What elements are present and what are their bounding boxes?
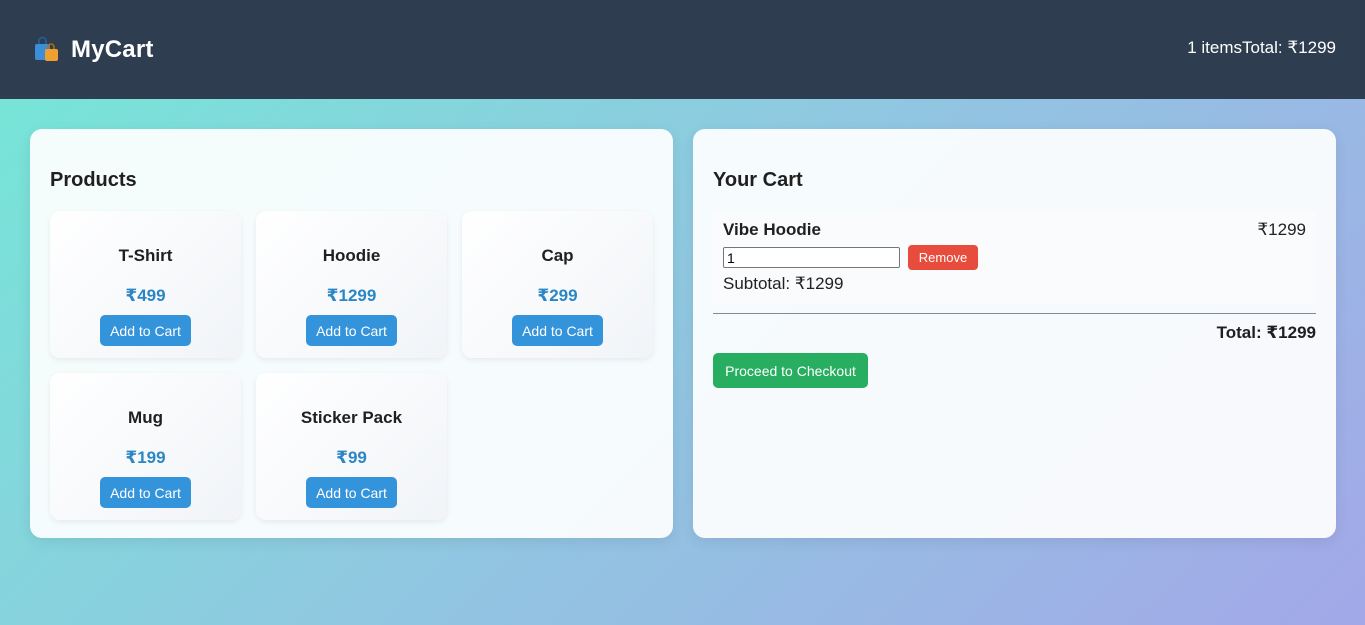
products-panel: Products T-Shirt ₹499 Add to Cart Hoodie…: [30, 129, 673, 538]
quantity-input[interactable]: [723, 247, 900, 268]
cart-item: Vibe Hoodie ₹1299 Remove Subtotal: ₹1299: [713, 211, 1316, 304]
app-title: MyCart: [71, 35, 154, 63]
product-name: Cap: [541, 246, 574, 265]
product-name: Hoodie: [322, 246, 381, 265]
product-grid: T-Shirt ₹499 Add to Cart Hoodie ₹1299 Ad…: [50, 211, 653, 520]
product-card: Cap ₹299 Add to Cart: [462, 211, 653, 358]
shopping-bags-icon: [33, 36, 61, 64]
product-price: ₹499: [125, 286, 166, 305]
divider: [713, 313, 1316, 314]
add-to-cart-button[interactable]: Add to Cart: [100, 477, 191, 508]
product-price: ₹199: [125, 448, 166, 467]
cart-panel: Your Cart Vibe Hoodie ₹1299 Remove Subto…: [693, 129, 1336, 538]
product-price: ₹1299: [326, 286, 377, 305]
cart-total: Total: ₹1299: [1216, 323, 1316, 342]
product-card: T-Shirt ₹499 Add to Cart: [50, 211, 241, 358]
cart-header-total: Total: ₹1299: [1242, 37, 1336, 57]
products-heading: Products: [50, 169, 137, 191]
checkout-button[interactable]: Proceed to Checkout: [713, 353, 868, 388]
cart-item-price: ₹1299: [1257, 220, 1306, 239]
product-card: Hoodie ₹1299 Add to Cart: [256, 211, 447, 358]
add-to-cart-button[interactable]: Add to Cart: [512, 315, 603, 346]
product-price: ₹99: [336, 448, 367, 467]
add-to-cart-button[interactable]: Add to Cart: [100, 315, 191, 346]
product-card: Sticker Pack ₹99 Add to Cart: [256, 373, 447, 520]
product-price: ₹299: [537, 286, 578, 305]
add-to-cart-button[interactable]: Add to Cart: [306, 477, 397, 508]
remove-button[interactable]: Remove: [908, 245, 978, 270]
product-card: Mug ₹199 Add to Cart: [50, 373, 241, 520]
product-name: Mug: [128, 408, 163, 427]
product-name: Sticker Pack: [300, 408, 403, 427]
cart-item-controls: Remove: [723, 245, 1306, 270]
cart-item-name: Vibe Hoodie: [723, 220, 821, 239]
cart-item-count: 1 items: [1187, 37, 1242, 57]
add-to-cart-button[interactable]: Add to Cart: [306, 315, 397, 346]
app-header: MyCart 1 items Total: ₹1299: [0, 0, 1365, 99]
cart-heading: Your Cart: [713, 169, 803, 191]
cart-summary: 1 items Total: ₹1299: [1187, 38, 1336, 58]
cart-item-subtotal: Subtotal: ₹1299: [723, 274, 844, 293]
product-name: T-Shirt: [118, 246, 173, 265]
brand: MyCart: [33, 36, 154, 64]
